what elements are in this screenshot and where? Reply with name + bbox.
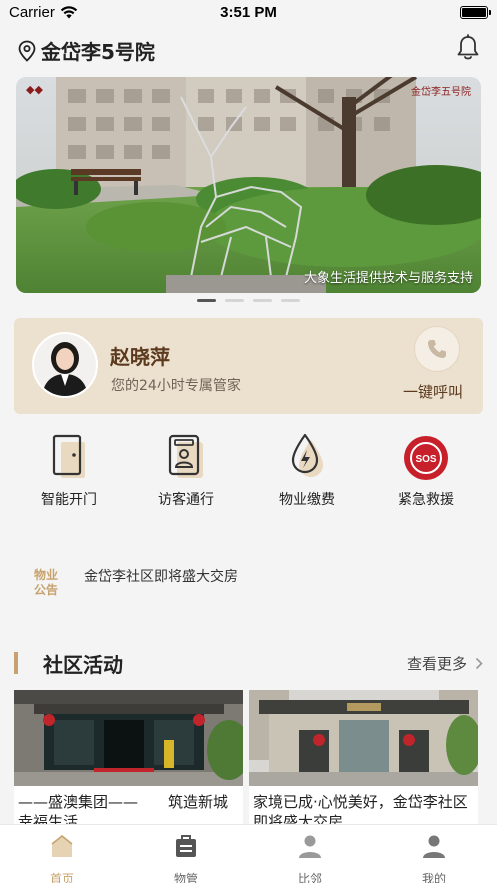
sos-icon: SOS xyxy=(404,436,448,480)
housekeeper-description: 您的24小时专属管家 xyxy=(111,378,241,394)
door-icon xyxy=(52,434,85,478)
tab-profile[interactable]: 我的 xyxy=(394,833,474,883)
action-label: 访客通行 xyxy=(158,492,214,508)
action-label: 智能开门 xyxy=(41,492,97,508)
location-pin-icon xyxy=(18,40,36,62)
action-label: 物业缴费 xyxy=(279,492,335,508)
housekeeper-name: 赵晓萍 xyxy=(110,345,170,369)
emergency-rescue-action[interactable]: SOS 紧急救援 xyxy=(371,432,481,509)
quick-actions: 智能开门 访客通行 物业缴费 SOS 紧急救援 xyxy=(0,432,497,512)
view-more-label: 查看更多 xyxy=(406,655,467,673)
carousel-dot[interactable] xyxy=(225,299,244,302)
home-icon xyxy=(51,834,73,857)
property-payment-action[interactable]: 物业缴费 xyxy=(252,432,362,509)
battery-icon xyxy=(460,6,491,19)
one-click-call-button[interactable]: 一键呼叫 xyxy=(403,381,463,402)
carousel-indicator xyxy=(0,299,497,302)
smart-door-action[interactable]: 智能开门 xyxy=(14,432,124,509)
notice-text: 金岱李社区即将盛大交房 xyxy=(84,569,238,585)
location-title: 金岱李5号院 xyxy=(41,40,155,64)
developer-logo: ◆◆ xyxy=(26,83,43,96)
banner-image xyxy=(16,77,481,293)
section-accent-bar xyxy=(14,652,18,674)
tab-label: 物管 xyxy=(173,872,198,883)
activity-card[interactable]: ——盛澳集团—— 筑造新城幸福生活 xyxy=(14,690,243,830)
activity-cards: ——盛澳集团—— 筑造新城幸福生活 家境已成·心悦美好，金岱李社区即将盛大交房 xyxy=(0,690,497,830)
view-more-link[interactable]: 查看更多 xyxy=(407,653,483,674)
banner-caption: 大象生活提供技术与服务支持 xyxy=(303,271,473,286)
neighbor-icon xyxy=(299,835,321,858)
tab-property[interactable]: 物管 xyxy=(146,833,226,883)
carousel-dot[interactable] xyxy=(197,299,216,302)
property-management-icon xyxy=(176,835,196,857)
carousel-dot[interactable] xyxy=(281,299,300,302)
activities-header: 社区活动 查看更多 xyxy=(0,646,497,680)
carousel-dot[interactable] xyxy=(253,299,272,302)
activity-photo xyxy=(249,690,478,786)
tab-home[interactable]: 首页 xyxy=(22,833,102,883)
tab-label: 我的 xyxy=(421,872,446,883)
section-title: 社区活动 xyxy=(43,653,123,677)
visitor-pass-icon xyxy=(168,434,203,478)
notification-bell-icon[interactable] xyxy=(455,34,481,62)
housekeeper-avatar xyxy=(32,332,98,398)
banner-carousel[interactable]: ◆◆ 金岱李五号院 大象生活提供技术与服务支持 xyxy=(16,77,481,293)
visitor-pass-action[interactable]: 访客通行 xyxy=(131,432,241,509)
project-logo: 金岱李五号院 xyxy=(411,87,471,98)
profile-icon xyxy=(423,835,445,858)
status-bar: Carrier 3:51 PM xyxy=(0,0,497,26)
housekeeper-card: 赵晓萍 您的24小时专属管家 一键呼叫 xyxy=(14,318,483,414)
tab-label: 首页 xyxy=(49,872,74,883)
tab-label: 比邻 xyxy=(297,872,322,883)
action-label: 紧急救援 xyxy=(398,492,454,508)
bottom-tab-bar: 首页 物管 比邻 我的 xyxy=(0,824,497,883)
phone-icon[interactable] xyxy=(414,326,460,372)
activity-card[interactable]: 家境已成·心悦美好，金岱李社区即将盛大交房 xyxy=(249,690,478,830)
activity-photo xyxy=(14,690,243,786)
tab-neighbor[interactable]: 比邻 xyxy=(270,833,350,883)
chevron-right-icon xyxy=(475,657,483,670)
property-notice[interactable]: 物业公告 金岱李社区即将盛大交房 xyxy=(0,560,497,604)
notice-tag: 物业公告 xyxy=(33,568,58,597)
property-payment-icon xyxy=(291,433,323,477)
clock: 3:51 PM xyxy=(220,4,277,21)
location-selector[interactable]: 金岱李5号院 xyxy=(17,36,155,65)
svg-text:SOS: SOS xyxy=(415,454,436,465)
header: 金岱李5号院 xyxy=(0,30,497,72)
